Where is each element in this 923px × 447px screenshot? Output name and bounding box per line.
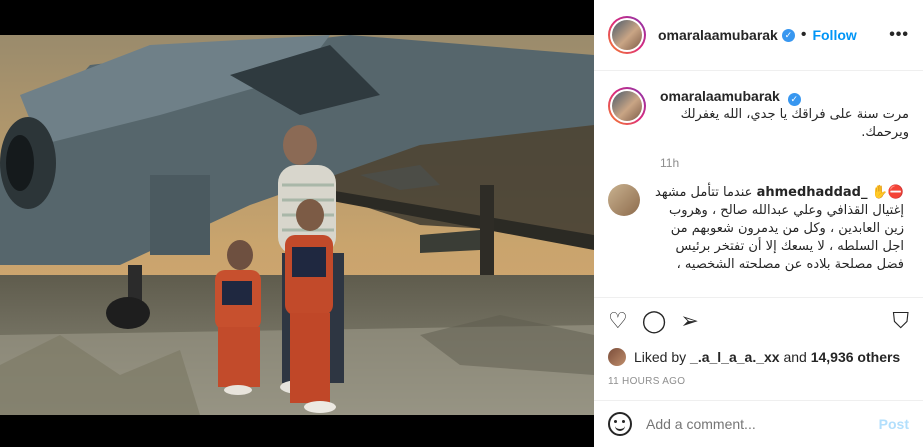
liker-avatar[interactable] — [608, 348, 626, 366]
avatar[interactable] — [608, 16, 646, 54]
comment-icon[interactable]: ◯ — [642, 309, 667, 333]
instagram-post-view: omaralaamubarak ✓ • Follow ••• omaralaam… — [0, 0, 923, 447]
likes-others[interactable]: 14,936 others — [811, 349, 901, 365]
photo-illustration — [0, 35, 594, 415]
separator-dot: • — [800, 26, 807, 43]
caption-text: مرت سنة على فراقك يا جدي، الله يغفرلك وي… — [680, 107, 909, 140]
verified-badge-icon: ✓ — [781, 28, 795, 42]
comment: ⛔✋ ahmedhaddad_ عندما تتأمل مشهد إغتيال … — [608, 184, 909, 274]
more-options-icon[interactable]: ••• — [889, 26, 909, 44]
comment-text-wrapper: ⛔✋ ahmedhaddad_ عندما تتأمل مشهد إغتيال … — [654, 184, 904, 274]
comment-body: ⛔✋ ahmedhaddad_ عندما تتأمل مشهد إغتيال … — [654, 184, 904, 274]
comments-section[interactable]: omaralaamubarak ✓ مرت سنة على فراقك يا ج… — [594, 71, 923, 297]
post-button[interactable]: Post — [879, 416, 909, 432]
post-photo[interactable] — [0, 35, 594, 415]
caption-avatar[interactable] — [608, 87, 646, 125]
likes-prefix: Liked by — [634, 349, 687, 365]
liker-username[interactable]: _.a_l_a_a._xx — [690, 349, 780, 365]
post-sidebar: omaralaamubarak ✓ • Follow ••• omaralaam… — [594, 0, 923, 447]
caption: omaralaamubarak ✓ مرت سنة على فراقك يا ج… — [608, 87, 909, 142]
action-icons: ♡ ◯ ➢ ⛉ — [608, 306, 909, 336]
emoji-icon[interactable] — [608, 412, 632, 436]
share-icon[interactable]: ➢ — [680, 309, 698, 333]
commenter-avatar[interactable] — [608, 184, 640, 216]
add-comment-input[interactable] — [646, 416, 879, 432]
posted-ago[interactable]: 11 HOURS AGO — [608, 376, 909, 387]
header-username[interactable]: omaralaamubarak — [658, 27, 778, 43]
heart-icon[interactable]: ♡ — [608, 309, 628, 333]
post-header: omaralaamubarak ✓ • Follow ••• — [594, 0, 923, 71]
comment-emojis: ⛔✋ — [871, 185, 904, 200]
verified-badge-icon: ✓ — [787, 93, 801, 106]
likes-middle: and — [783, 349, 807, 365]
comment-username[interactable]: ahmedhaddad_ — [757, 185, 868, 200]
caption-body: omaralaamubarak ✓ مرت سنة على فراقك يا ج… — [660, 87, 909, 142]
add-comment-bar: Post — [594, 400, 923, 447]
caption-time[interactable]: 11h — [660, 156, 909, 170]
follow-button[interactable]: Follow — [812, 27, 856, 43]
likes-line: Liked by _.a_l_a_a._xx and 14,936 others — [608, 348, 909, 366]
bookmark-icon[interactable]: ⛉ — [892, 309, 909, 333]
caption-username[interactable]: omaralaamubarak — [660, 88, 780, 104]
